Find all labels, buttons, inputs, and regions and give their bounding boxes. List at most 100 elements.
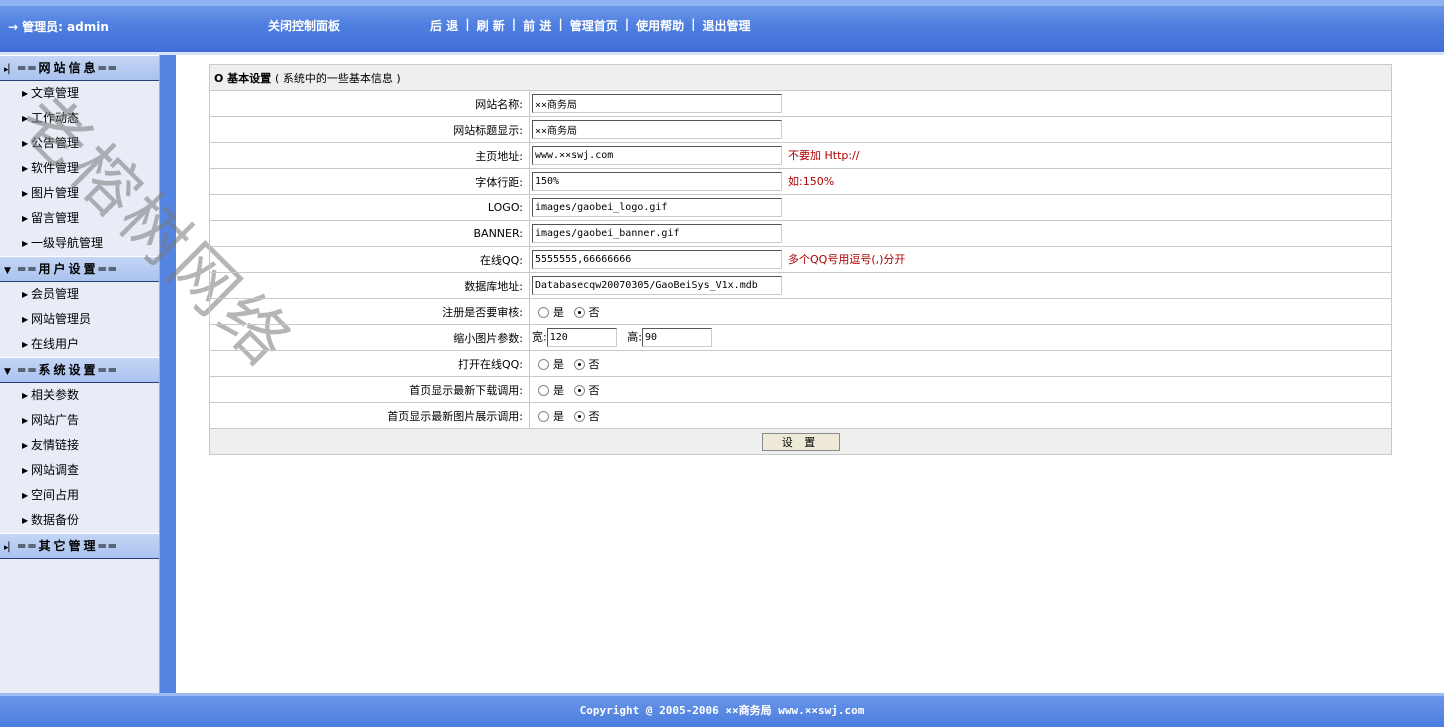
sidebar-item-images[interactable]: ▶ 图片管理 xyxy=(0,181,159,206)
qq-input[interactable] xyxy=(532,250,782,269)
thumb-width-input[interactable] xyxy=(546,328,617,347)
field-label: 注册是否要审核: xyxy=(209,298,530,325)
field-label: 网站名称: xyxy=(209,90,530,117)
nav-refresh[interactable]: 刷 新 xyxy=(477,17,505,34)
field-label: 打开在线QQ: xyxy=(209,350,530,377)
sidebar-item-links[interactable]: ▶ 友情链接 xyxy=(0,433,159,458)
latest-image-yes-radio[interactable] xyxy=(538,411,549,422)
expand-arrow-icon: ▸▏ xyxy=(4,65,16,75)
radio-label: 是 xyxy=(553,357,564,371)
bullet-icon: ▶ xyxy=(22,416,29,425)
sidebar-item-label: 文章管理 xyxy=(31,86,80,100)
bullet-icon: ▶ xyxy=(22,340,29,349)
sidebar-item-label: 相关参数 xyxy=(31,388,80,402)
reg-audit-yes-radio[interactable] xyxy=(538,307,549,318)
bullet-icon: ▶ xyxy=(22,391,29,400)
radio-label: 是 xyxy=(553,409,564,423)
field-label: LOGO: xyxy=(209,194,530,221)
section-title: ══网站信息══ xyxy=(18,61,119,75)
sidebar-item-primary-nav[interactable]: ▶ 一级导航管理 xyxy=(0,231,159,256)
sidebar-section-site-info[interactable]: ▸▏ ══网站信息══ xyxy=(0,55,159,81)
thumb-height-label: 高: xyxy=(627,330,642,344)
basic-settings-form: O 基本设置 ( 系统中的一些基本信息 ) 网站名称: 网站标题显示: 主页地址… xyxy=(209,64,1392,455)
latest-download-no-radio[interactable] xyxy=(573,385,585,396)
sidebar-item-label: 工作动态 xyxy=(31,111,80,125)
sidebar-section-other[interactable]: ▸▏ ══其它管理══ xyxy=(0,533,159,559)
sidebar-item-members[interactable]: ▶ 会员管理 xyxy=(0,282,159,307)
sidebar-item-label: 在线用户 xyxy=(31,337,80,351)
bullet-icon: ▶ xyxy=(22,164,29,173)
nav-logout[interactable]: 退出管理 xyxy=(703,17,751,34)
close-panel-link[interactable]: 关闭控制面板 xyxy=(268,17,340,34)
thumb-height-input[interactable] xyxy=(641,328,712,347)
bullet-icon: ▶ xyxy=(22,189,29,198)
nav-help[interactable]: 使用帮助 xyxy=(636,17,684,34)
bullet-icon: ▶ xyxy=(22,315,29,324)
bullet-icon: ▶ xyxy=(22,441,29,450)
sidebar-item-label: 软件管理 xyxy=(31,161,80,175)
radio-label: 否 xyxy=(588,357,600,371)
sidebar-item-surveys[interactable]: ▶ 网站调查 xyxy=(0,458,159,483)
field-label: 网站标题显示: xyxy=(209,116,530,143)
radio-label: 否 xyxy=(588,409,600,423)
line-height-hint: 如:150% xyxy=(788,174,835,188)
reg-audit-no-radio[interactable] xyxy=(573,307,585,318)
site-name-input[interactable] xyxy=(532,94,782,113)
sidebar-item-articles[interactable]: ▶ 文章管理 xyxy=(0,81,159,106)
sidebar-item-parameters[interactable]: ▶ 相关参数 xyxy=(0,383,159,408)
bullet-icon: ▶ xyxy=(22,239,29,248)
sidebar-item-site-admins[interactable]: ▶ 网站管理员 xyxy=(0,307,159,332)
radio-label: 是 xyxy=(553,383,564,397)
nav-forward[interactable]: 前 进 xyxy=(523,17,551,34)
bullet-icon: ▶ xyxy=(22,491,29,500)
sidebar-item-label: 网站管理员 xyxy=(31,312,92,326)
open-qq-no-radio[interactable] xyxy=(573,359,585,370)
settings-panel: O 基本设置 ( 系统中的一些基本信息 ) 网站名称: 网站标题显示: 主页地址… xyxy=(209,64,1392,455)
section-title: ══系统设置══ xyxy=(18,363,119,377)
field-label: 主页地址: xyxy=(209,142,530,169)
sidebar-item-online-users[interactable]: ▶ 在线用户 xyxy=(0,332,159,357)
header-bar: → 管理员: admin 关闭控制面板 后 退 | 刷 新 | 前 进 | 管理首… xyxy=(0,0,1444,52)
top-nav: 后 退 | 刷 新 | 前 进 | 管理首页 | 使用帮助 | 退出管理 xyxy=(430,17,751,34)
sidebar-item-label: 图片管理 xyxy=(31,186,80,200)
submit-row: 设 置 xyxy=(209,428,1392,455)
sidebar-item-label: 空间占用 xyxy=(31,488,80,502)
latest-download-yes-radio[interactable] xyxy=(538,385,549,396)
save-settings-button[interactable]: 设 置 xyxy=(761,432,840,451)
nav-admin-home[interactable]: 管理首页 xyxy=(570,17,618,34)
radio-label: 是 xyxy=(553,305,564,319)
sidebar-item-backup[interactable]: ▶ 数据备份 xyxy=(0,508,159,533)
sidebar-item-news[interactable]: ▶ 工作动态 xyxy=(0,106,159,131)
nav-separator: | xyxy=(511,17,517,31)
sidebar-item-label: 网站广告 xyxy=(31,413,80,427)
sidebar-item-software[interactable]: ▶ 软件管理 xyxy=(0,156,159,181)
nav-separator: | xyxy=(558,17,563,31)
sidebar-splitter[interactable] xyxy=(160,55,176,693)
sidebar-item-label: 公告管理 xyxy=(31,136,80,150)
collapse-arrow-icon: ▼ xyxy=(4,266,11,276)
logo-input[interactable] xyxy=(532,198,782,217)
open-qq-yes-radio[interactable] xyxy=(538,359,549,370)
sidebar-item-notices[interactable]: ▶ 公告管理 xyxy=(0,131,159,156)
sidebar-section-system-settings[interactable]: ▼ ══系统设置══ xyxy=(0,357,159,383)
section-title: ══其它管理══ xyxy=(18,539,119,553)
nav-back[interactable]: 后 退 xyxy=(430,17,458,34)
banner-input[interactable] xyxy=(532,224,782,243)
latest-image-no-radio[interactable] xyxy=(573,411,585,422)
home-url-hint: 不要加 Http:// xyxy=(788,148,860,162)
db-path-input[interactable] xyxy=(532,276,782,295)
sidebar-item-ads[interactable]: ▶ 网站广告 xyxy=(0,408,159,433)
collapse-arrow-icon: ▼ xyxy=(4,367,11,377)
home-url-input[interactable] xyxy=(532,146,782,165)
sidebar-item-label: 友情链接 xyxy=(31,438,80,452)
sidebar-item-space-usage[interactable]: ▶ 空间占用 xyxy=(0,483,159,508)
line-height-input[interactable] xyxy=(532,172,782,191)
sidebar: ▸▏ ══网站信息══ ▶ 文章管理 ▶ 工作动态 ▶ 公告管理 ▶ 软件管理 ▶ 图片管理… xyxy=(0,55,160,693)
site-title-input[interactable] xyxy=(532,120,782,139)
admin-info: → 管理员: admin xyxy=(8,18,109,35)
field-label: BANNER: xyxy=(209,220,530,247)
expand-arrow-icon: ▸▏ xyxy=(4,543,16,553)
sidebar-item-messages[interactable]: ▶ 留言管理 xyxy=(0,206,159,231)
sidebar-section-user-settings[interactable]: ▼ ══用户设置══ xyxy=(0,256,159,282)
sidebar-item-label: 留言管理 xyxy=(31,211,80,225)
